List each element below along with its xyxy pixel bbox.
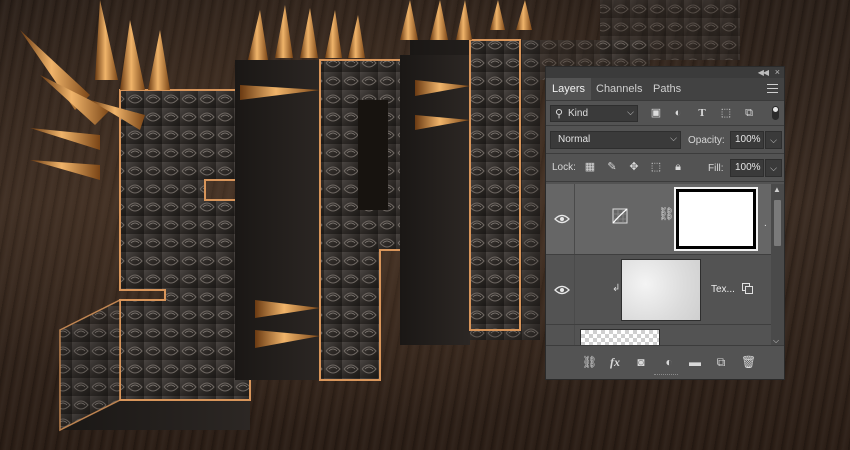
opacity-dropdown-icon[interactable]: ⌵: [765, 131, 782, 149]
type-filter-icon[interactable]: T: [696, 107, 708, 119]
add-mask-icon[interactable]: ◙: [634, 355, 648, 369]
layers-scrollbar[interactable]: ▲ ⌵: [771, 184, 784, 347]
layers-bottom-toolbar: ⛓︎ fx ◙ ◐ ▬ ⧉ 🗑︎: [546, 345, 784, 379]
opacity-label: Opacity:: [688, 135, 725, 146]
curves-adjustment-icon: [612, 208, 628, 224]
layer-mask-thumbnail[interactable]: [674, 187, 758, 251]
new-layer-icon[interactable]: ⧉: [714, 355, 728, 369]
close-icon[interactable]: ×: [775, 67, 780, 78]
panel-tabs: Layers Channels Paths: [546, 78, 784, 101]
layer-name[interactable]: Tex...: [711, 284, 735, 295]
filter-toggle-icon[interactable]: [772, 106, 779, 120]
smart-object-filter-icon[interactable]: ⧉: [743, 107, 755, 119]
lock-row: Lock: ▦ ✎ ✥ ⬚ 🔒︎ Fill: 100% ⌵: [546, 154, 784, 181]
blend-mode-dropdown[interactable]: Normal ⌵: [550, 131, 681, 149]
panel-menu-icon[interactable]: [767, 84, 778, 93]
divider: [546, 181, 784, 182]
visibility-eye-icon[interactable]: [554, 214, 570, 224]
image-filter-icon[interactable]: ▣: [650, 107, 662, 119]
visibility-eye-icon[interactable]: [554, 285, 570, 295]
scroll-up-icon[interactable]: ▲: [773, 185, 781, 194]
filter-row: ⚲ Kind ⌵ ▣ ◐ T ⬚ ⧉: [546, 101, 784, 125]
layers-list: ⛓︎ . ↲ Tex...: [546, 184, 772, 347]
layer-row-adjustment[interactable]: ⛓︎ .: [546, 184, 772, 255]
new-adjustment-icon[interactable]: ◐: [662, 355, 676, 369]
tab-paths[interactable]: Paths: [647, 78, 687, 100]
lock-position-icon[interactable]: ✥: [628, 161, 640, 173]
lock-transparent-pixels-icon[interactable]: ▦: [584, 161, 596, 173]
opacity-field[interactable]: 100%: [730, 131, 764, 149]
lock-image-pixels-icon[interactable]: ✎: [606, 161, 618, 173]
panel-resize-grip[interactable]: [654, 374, 678, 377]
blend-row: Normal ⌵ Opacity: 100% ⌵: [546, 126, 784, 153]
fx-icon[interactable]: fx: [608, 355, 622, 369]
fill-dropdown-icon[interactable]: ⌵: [765, 159, 782, 177]
layer-row-pixel[interactable]: [546, 325, 772, 347]
link-layers-icon[interactable]: ⛓︎: [582, 355, 597, 369]
filter-kind-label: Kind: [568, 108, 589, 119]
new-group-icon[interactable]: ▬: [688, 355, 702, 369]
delete-layer-icon[interactable]: 🗑︎: [741, 355, 756, 369]
layers-panel: ◀◀ × Layers Channels Paths ⚲ Kind ⌵ ▣ ◐ …: [545, 66, 785, 380]
adjustment-filter-icon[interactable]: ◐: [672, 107, 684, 119]
chevron-down-icon: ⌵: [670, 133, 677, 143]
chevron-down-icon: ⌵: [627, 107, 634, 117]
panel-title-bar[interactable]: ◀◀ ×: [546, 67, 784, 78]
layer-row-texture[interactable]: ↲ Tex...: [546, 255, 772, 325]
blend-mode-value: Normal: [558, 134, 591, 145]
collapse-panel-icon[interactable]: ◀◀: [758, 67, 769, 78]
lock-all-icon[interactable]: 🔒︎: [672, 161, 684, 173]
shape-filter-icon[interactable]: ⬚: [720, 107, 732, 119]
tab-layers[interactable]: Layers: [546, 78, 592, 100]
lock-artboard-icon[interactable]: ⬚: [650, 161, 662, 173]
fill-label: Fill:: [708, 163, 724, 174]
visibility-column: [546, 325, 575, 347]
layer-thumbnail[interactable]: [621, 259, 701, 321]
mask-link-icon[interactable]: ⛓︎: [658, 206, 675, 224]
filter-kind-dropdown[interactable]: ⚲ Kind ⌵: [550, 105, 638, 122]
search-icon: ⚲: [555, 108, 564, 120]
clipping-mask-arrow-icon: ↲: [612, 283, 621, 294]
smart-object-icon: [742, 283, 753, 294]
mask-indicator: .: [764, 218, 767, 229]
lock-label: Lock:: [552, 162, 576, 173]
scroll-thumb[interactable]: [774, 200, 781, 246]
tab-channels[interactable]: Channels: [590, 78, 648, 100]
fill-field[interactable]: 100%: [730, 159, 764, 177]
